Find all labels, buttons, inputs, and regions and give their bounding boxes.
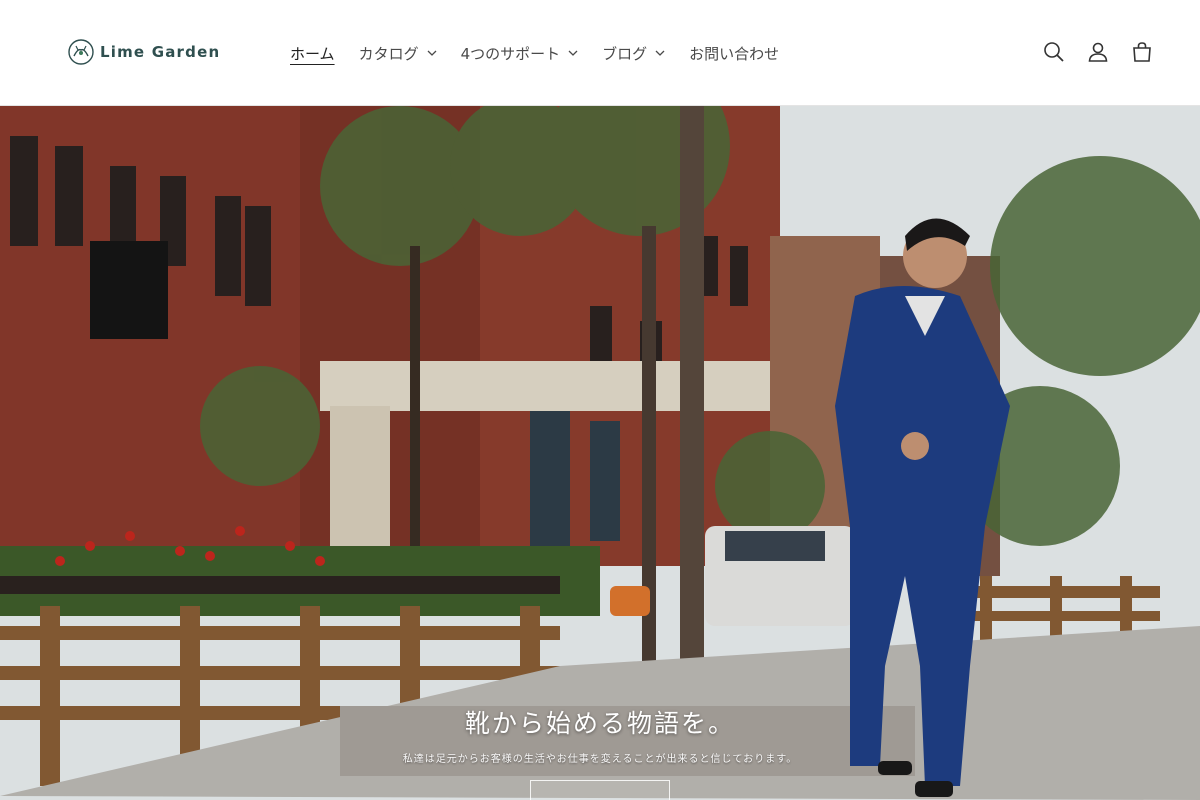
nav-item-contact[interactable]: お問い合わせ	[677, 33, 791, 73]
site-header: Lime Garden ホーム カタログ 4つのサポート ブログ お問い合わせ	[0, 0, 1200, 106]
header-actions	[1032, 30, 1164, 74]
nav-item-label: カタログ	[358, 44, 419, 63]
main-nav: ホーム カタログ 4つのサポート ブログ お問い合わせ	[278, 0, 791, 106]
nav-item-label: 4つのサポート	[460, 44, 561, 63]
street-scene-image	[0, 106, 1200, 800]
account-button[interactable]	[1076, 30, 1120, 74]
hero-banner: 靴から始める物語を。 私達は足元からお客様の生活やお仕事を変えることが出来ると信…	[0, 106, 1200, 800]
nav-item-home[interactable]: ホーム	[278, 33, 347, 73]
hero-title: 靴から始める物語を。	[464, 709, 735, 738]
account-icon	[1088, 42, 1108, 62]
chevron-down-icon	[427, 50, 437, 56]
hero-subtitle: 私達は足元からお客様の生活やお仕事を変えることが出来ると信じております。	[402, 754, 798, 765]
cart-icon	[1133, 42, 1151, 62]
cart-button[interactable]	[1120, 30, 1164, 74]
brand-name: Lime Garden	[100, 43, 221, 61]
chevron-down-icon	[568, 50, 578, 56]
nav-item-blog[interactable]: ブログ	[590, 33, 677, 73]
nav-item-label: ブログ	[602, 44, 648, 63]
search-icon	[1044, 42, 1064, 62]
nav-item-label: ホーム	[290, 44, 335, 63]
brand-logo[interactable]: Lime Garden	[66, 38, 220, 66]
hero-content: 靴から始める物語を。 私達は足元からお客様の生活やお仕事を変えることが出来ると信…	[0, 704, 1200, 765]
nav-item-support[interactable]: 4つのサポート	[449, 33, 591, 73]
deer-emblem-icon	[68, 39, 94, 65]
nav-item-label: お問い合わせ	[689, 44, 780, 63]
nav-item-catalog[interactable]: カタログ	[347, 33, 449, 73]
search-button[interactable]	[1032, 30, 1076, 74]
chevron-down-icon	[655, 50, 665, 56]
hero-cta-button[interactable]	[530, 780, 670, 800]
